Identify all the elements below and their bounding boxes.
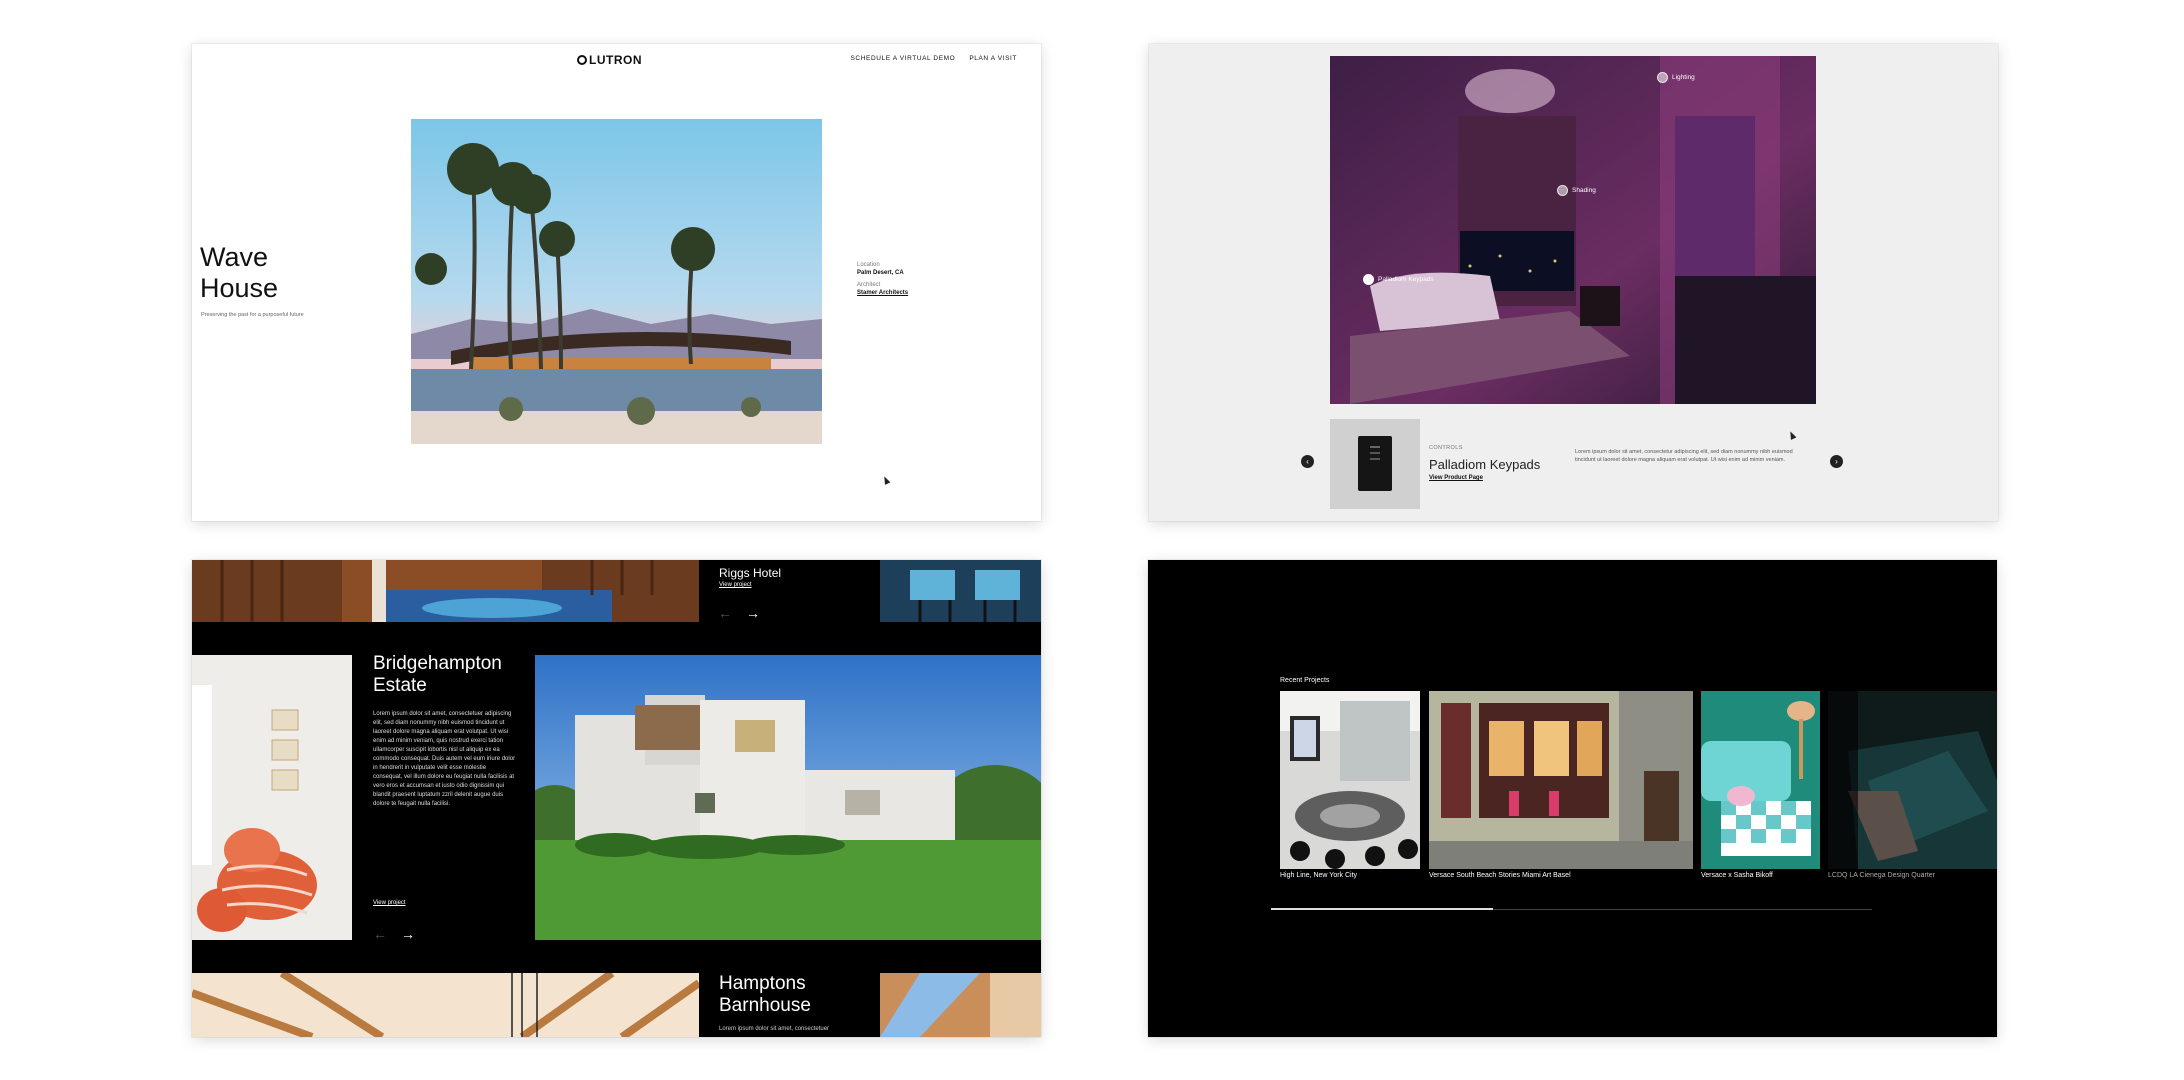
nav-schedule-demo[interactable]: SCHEDULE A VIRTUAL DEMO [851, 55, 956, 62]
bridgehampton-interior-image [192, 655, 352, 940]
hamptons-barnhouse-title: Hamptons Barnhouse [719, 973, 811, 1016]
nav-plan-visit[interactable]: PLAN A VISIT [969, 55, 1017, 62]
bridgehampton-exterior-image [535, 655, 1041, 940]
riggs-hotel-chairs-image [880, 560, 1041, 622]
project-info: Location Palm Desert, CA Architect Stame… [857, 261, 908, 297]
project-card-lcdq[interactable] [1828, 691, 1997, 869]
top-nav: SCHEDULE A VIRTUAL DEMO PLAN A VISIT [851, 55, 1018, 62]
architect-label: Architect [857, 282, 881, 288]
location-value: Palm Desert, CA [857, 270, 904, 276]
hotspot-dot-icon [1363, 274, 1374, 285]
hamptons-barnhouse-image [192, 973, 699, 1037]
prev-arrow-icon[interactable]: ‹ [1301, 455, 1314, 468]
architect-link[interactable]: Stamer Architects [857, 290, 908, 296]
controls-label: CONTROLS [1429, 445, 1463, 451]
arrow-right-icon[interactable]: → [401, 926, 415, 942]
arrow-right-icon[interactable]: → [746, 605, 760, 621]
recent-projects-page: Recent Projects High Line, New York City… [1148, 560, 1997, 1037]
view-product-link[interactable]: View Product Page [1429, 475, 1483, 481]
logo-circle-icon [577, 55, 587, 65]
caption-versace-miami: Versace South Beach Stories Miami Art Ba… [1429, 872, 1571, 879]
interactive-room-page: Lighting Shading Palladiom Keypads ‹ CON… [1149, 44, 1998, 521]
hotspot-dot-icon [1557, 185, 1568, 196]
project-card-versace-bikoff[interactable] [1701, 691, 1820, 869]
riggs-hotel-title: Riggs Hotel [719, 566, 782, 580]
bridgehampton-title: Bridgehampton Estate [373, 653, 502, 696]
product-name: Palladiom Keypads [1429, 457, 1541, 472]
bridgehampton-view-link[interactable]: View project [373, 900, 406, 906]
hotspot-palladiom-keypads[interactable]: Palladiom Keypads [1363, 274, 1434, 285]
hotspot-shading[interactable]: Shading [1557, 185, 1596, 196]
product-description: Lorem ipsum dolor sit amet, consectetur … [1575, 449, 1793, 463]
location-label: Location [857, 262, 880, 268]
page-subtitle: Preserving the past for a purposeful fut… [201, 312, 304, 318]
next-arrow-icon[interactable]: › [1830, 455, 1843, 468]
mouse-cursor-icon [881, 475, 891, 485]
carousel-scrollbar-thumb[interactable] [1271, 908, 1494, 910]
hotspot-lighting[interactable]: Lighting [1657, 72, 1695, 83]
arrow-left-icon[interactable]: ← [718, 605, 732, 621]
hamptons-barnhouse-window-image [880, 973, 1041, 1037]
caption-lcdq: LCDQ LA Cienega Design Quarter [1828, 872, 1935, 879]
bridgehampton-description: Lorem ipsum dolor sit amet, consectetuer… [373, 711, 516, 807]
keypad-image [1358, 436, 1392, 491]
mouse-cursor-icon [1787, 430, 1797, 440]
project-card-versace-miami[interactable] [1429, 691, 1693, 869]
wave-house-page: LUTRON SCHEDULE A VIRTUAL DEMO PLAN A VI… [192, 44, 1041, 521]
riggs-view-link[interactable]: View project [719, 582, 752, 588]
caption-versace-bikoff: Versace x Sasha Bikoff [1701, 872, 1773, 879]
recent-projects-title: Recent Projects [1280, 677, 1330, 684]
arrow-left-icon[interactable]: ← [373, 926, 387, 942]
hamptons-description: Lorem ipsum dolor sit amet, consectetuer [719, 1026, 830, 1032]
carousel-scrollbar[interactable] [1271, 908, 1872, 910]
caption-high-line: High Line, New York City [1280, 872, 1358, 879]
hotspot-dot-icon [1657, 72, 1668, 83]
project-card-high-line[interactable] [1280, 691, 1420, 869]
riggs-hotel-image [192, 560, 699, 622]
projects-carousel-page: Riggs Hotel View project ← → Bridgehampt… [192, 560, 1041, 1037]
product-thumbnail [1330, 419, 1420, 509]
page-title: Wave House [200, 242, 279, 303]
bathroom-scene-image: Lighting Shading Palladiom Keypads [1330, 56, 1816, 404]
lutron-logo[interactable]: LUTRON [577, 53, 642, 67]
hero-image [411, 119, 822, 444]
